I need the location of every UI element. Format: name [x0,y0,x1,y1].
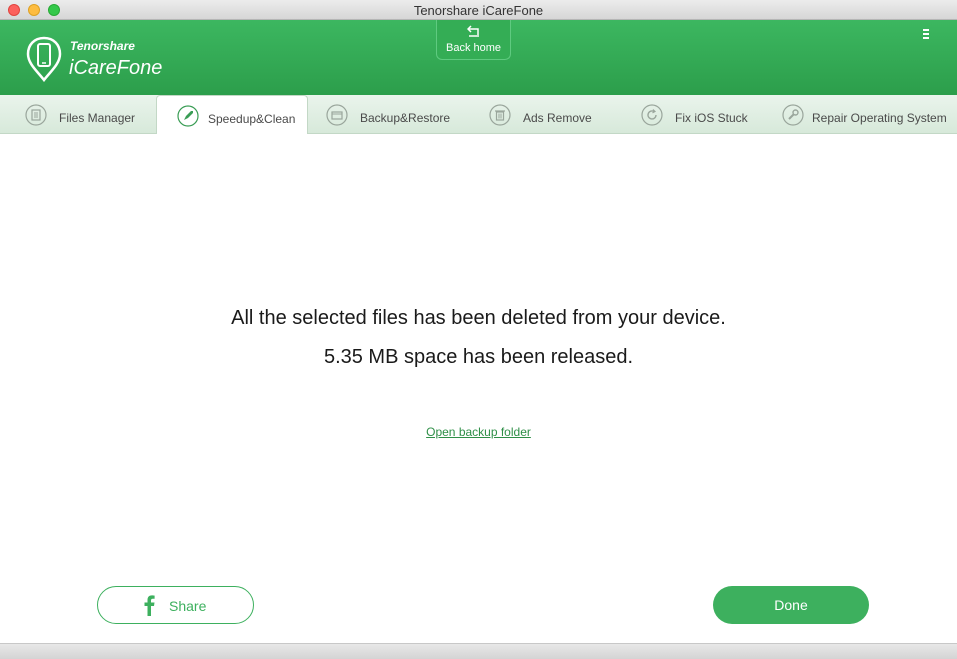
tab-label: Files Manager [59,111,136,125]
back-arrow-icon [467,25,479,37]
result-panel: All the selected files has been deleted … [0,134,957,644]
wrench-icon [782,104,804,126]
tab-bar: Files Manager Speedup&Clean Backup&Resto… [0,95,957,134]
share-label: Share [169,598,207,614]
refresh-icon [641,104,663,126]
tab-label: Fix iOS Stuck [675,111,748,125]
window-title: Tenorshare iCareFone [413,3,544,18]
title-bar: Tenorshare iCareFone [0,0,957,20]
tab-fix-ios-stuck[interactable]: Fix iOS Stuck [641,95,766,133]
brand-company: Tenorshare [70,39,135,53]
status-bar [0,643,957,659]
menu-icon[interactable] [920,28,932,40]
files-icon [25,104,47,126]
tab-files-manager[interactable]: Files Manager [25,95,150,133]
back-home-button[interactable]: Back home [436,20,511,60]
space-released-message: 5.35 MB space has been released. [323,346,634,368]
back-home-label: Back home [445,42,502,54]
share-button[interactable]: Share [97,586,254,624]
deletion-message: All the selected files has been deleted … [231,307,726,329]
done-button[interactable]: Done [713,586,869,624]
tab-label: Ads Remove [523,111,592,125]
rocket-icon [177,105,199,127]
tab-ads-remove[interactable]: Ads Remove [489,95,609,133]
tab-backup-restore[interactable]: Backup&Restore [326,95,466,133]
app-header: Tenorshare iCareFone Back home [0,20,957,95]
tab-label: Backup&Restore [360,111,451,125]
open-backup-folder-link[interactable]: Open backup folder [0,425,957,439]
facebook-icon [144,595,155,616]
phone-logo-icon [26,36,62,82]
tab-speedup-clean[interactable]: Speedup&Clean [156,95,308,134]
tab-label: Speedup&Clean [208,112,296,126]
backup-icon [326,104,348,126]
tab-label: Repair Operating System [812,111,947,125]
trash-icon [489,104,511,126]
brand-product: iCareFone [69,57,163,79]
tab-repair-operating-system[interactable]: Repair Operating System [782,95,952,133]
